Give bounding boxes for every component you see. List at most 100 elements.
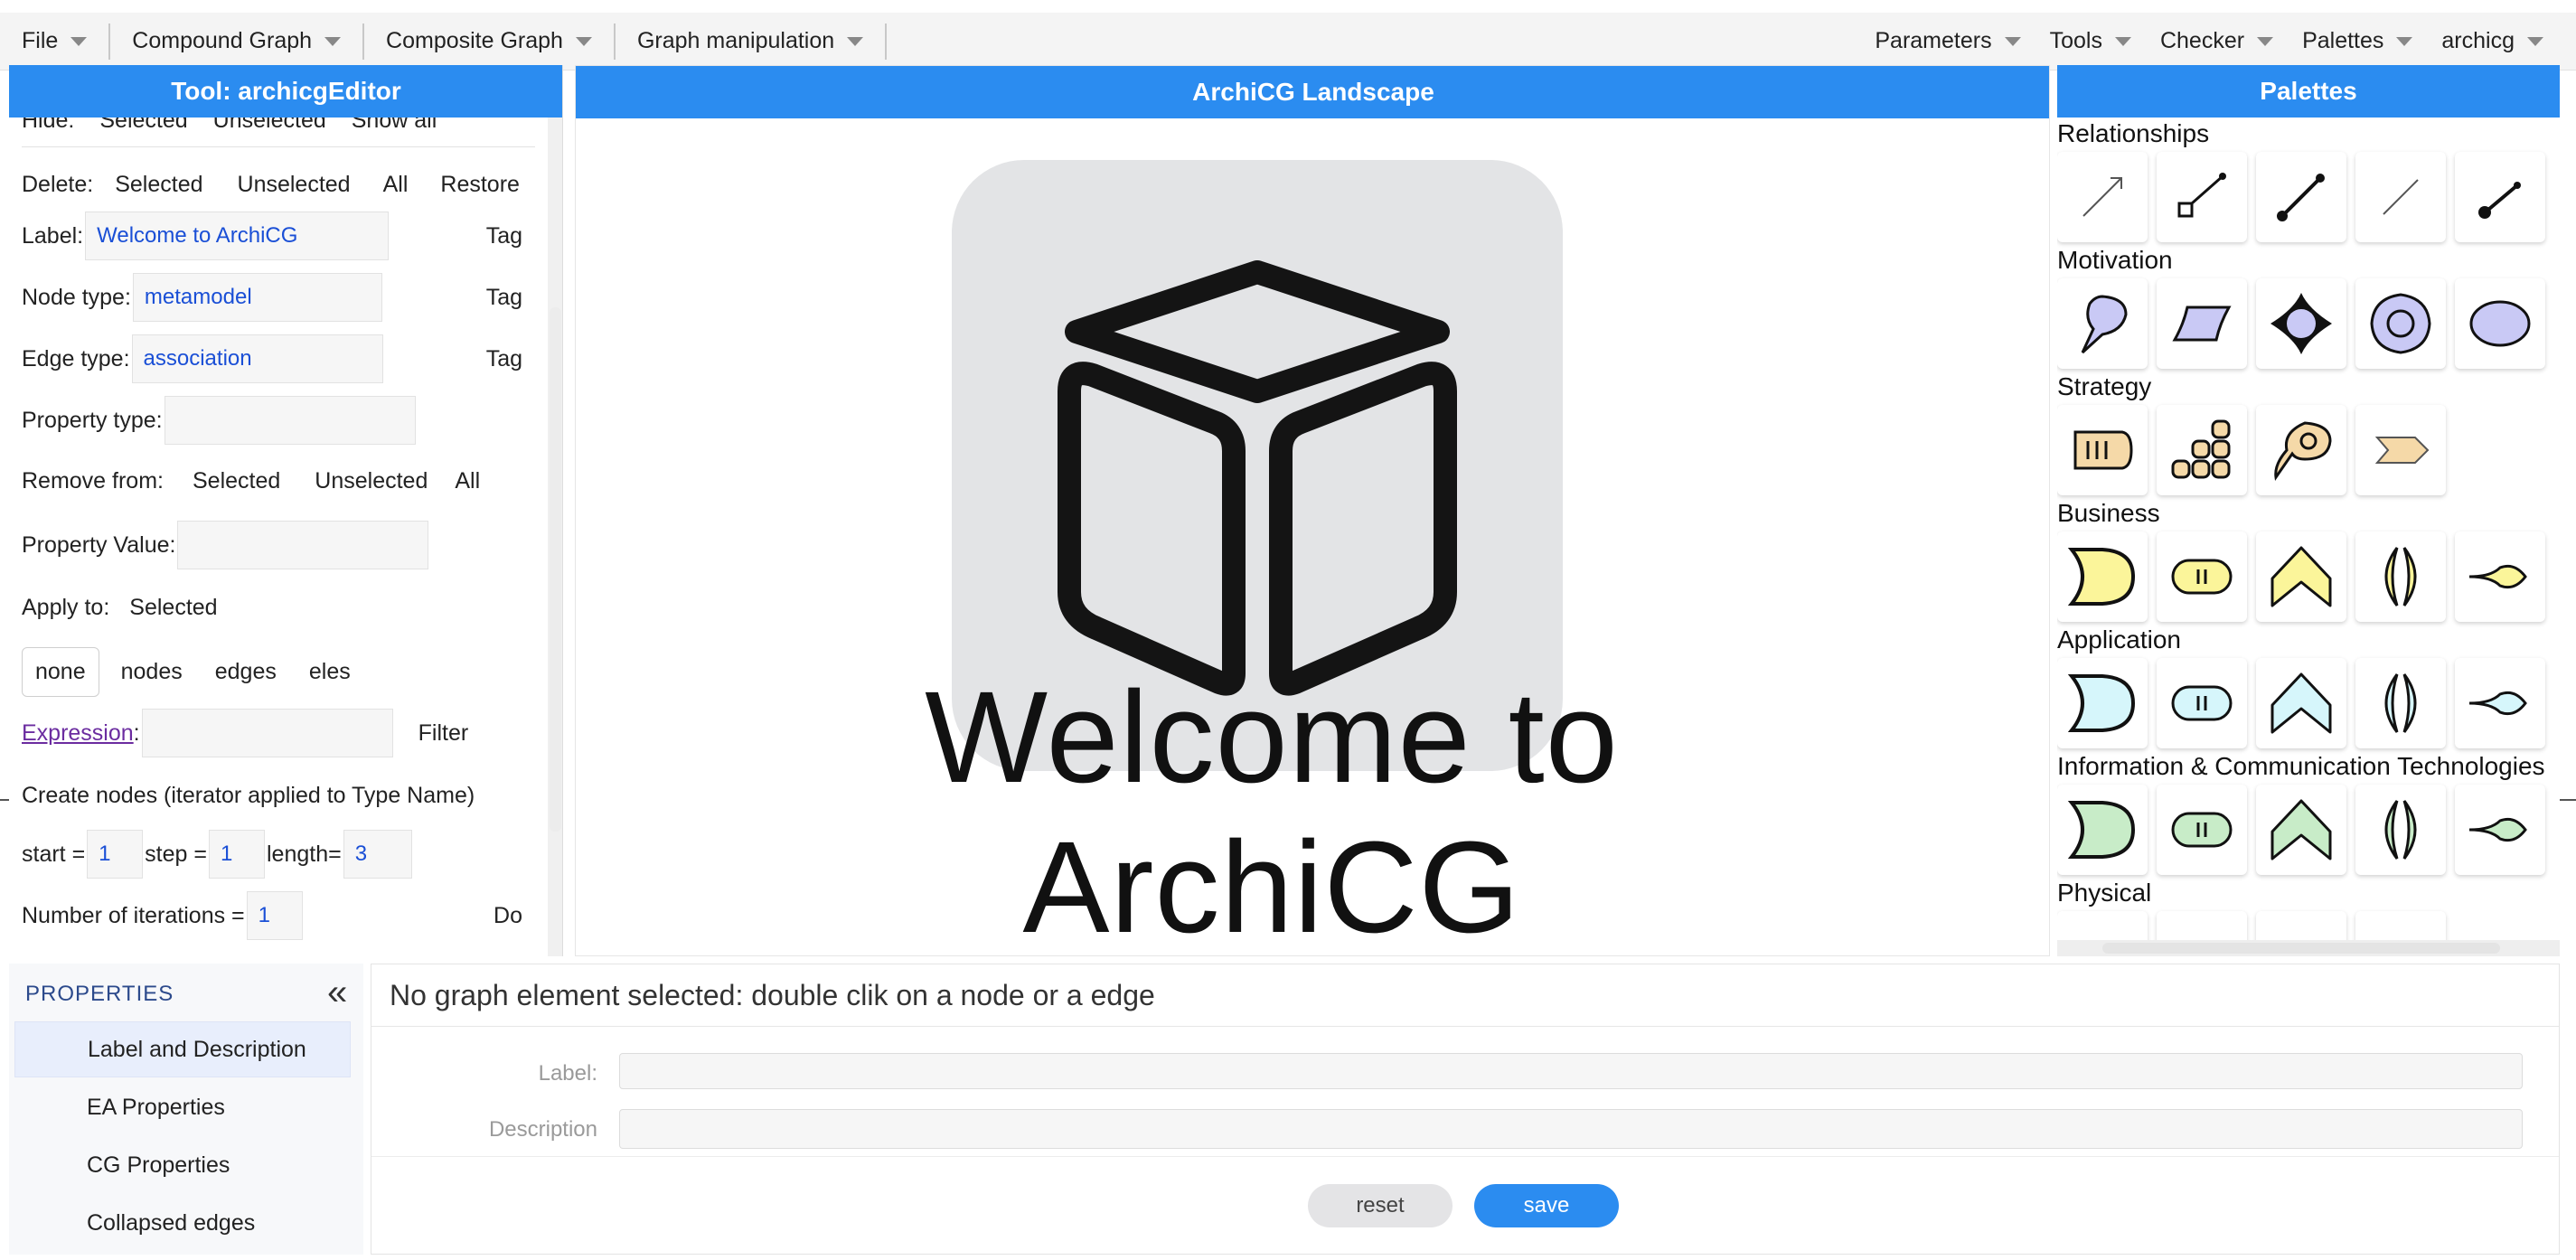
show-all-option[interactable]: Show all bbox=[352, 118, 437, 134]
palettes-scrollbar[interactable] bbox=[2057, 940, 2560, 956]
palette-tile[interactable] bbox=[2157, 658, 2247, 748]
remove-all-option[interactable]: All bbox=[455, 468, 480, 494]
palette-tile[interactable] bbox=[2355, 531, 2446, 622]
palette-tile[interactable] bbox=[2455, 785, 2545, 875]
edge-type-tag-button[interactable]: Tag bbox=[486, 346, 522, 372]
palette-tile[interactable] bbox=[2256, 531, 2346, 622]
step-input[interactable]: 1 bbox=[208, 830, 265, 879]
expression-row: Expression: Filter bbox=[22, 707, 535, 759]
aggregation-relation-icon bbox=[2277, 174, 2325, 221]
palette-tile[interactable] bbox=[2355, 152, 2446, 242]
palette-tile[interactable] bbox=[2157, 405, 2247, 495]
palette-tile[interactable] bbox=[2455, 278, 2545, 369]
stakeholder-icon bbox=[2081, 295, 2128, 354]
scope-eles-button[interactable]: eles bbox=[293, 648, 367, 696]
chevron-down-icon bbox=[2396, 36, 2413, 46]
label-tag-button[interactable]: Tag bbox=[486, 223, 522, 249]
palette-tile[interactable] bbox=[2057, 152, 2148, 242]
palette-tile[interactable] bbox=[2157, 531, 2247, 622]
menu-palettes[interactable]: Palettes bbox=[2288, 13, 2427, 70]
edge-type-input[interactable]: association bbox=[131, 334, 383, 383]
filter-button[interactable]: Filter bbox=[418, 720, 469, 747]
iterations-input[interactable]: 1 bbox=[246, 891, 303, 940]
label-field-input[interactable] bbox=[619, 1053, 2523, 1089]
palette-tile[interactable] bbox=[2057, 405, 2148, 495]
chevron-down-icon bbox=[2004, 36, 2021, 46]
menu-parameters[interactable]: Parameters bbox=[1860, 13, 2035, 70]
hide-unselected-option[interactable]: Unselected bbox=[213, 118, 326, 134]
palette-tile[interactable] bbox=[2455, 658, 2545, 748]
palette-tile[interactable] bbox=[2157, 152, 2247, 242]
tool-panel-scrollbar[interactable] bbox=[548, 118, 562, 956]
length-input[interactable]: 3 bbox=[343, 830, 412, 879]
palette-tile[interactable] bbox=[2455, 531, 2545, 622]
expression-input[interactable] bbox=[141, 709, 393, 757]
palette-tile[interactable] bbox=[2157, 785, 2247, 875]
palette-tile[interactable] bbox=[2057, 278, 2148, 369]
property-type-row: Property type: bbox=[22, 394, 416, 447]
palette-tile[interactable] bbox=[2355, 785, 2446, 875]
chevron-down-icon bbox=[2527, 36, 2543, 46]
ict-function-icon bbox=[2270, 799, 2332, 860]
palette-tile[interactable] bbox=[2256, 785, 2346, 875]
scope-edges-button[interactable]: edges bbox=[199, 648, 293, 696]
menu-graph-manipulation[interactable]: Graph manipulation bbox=[616, 13, 885, 70]
palette-tile[interactable] bbox=[2355, 278, 2446, 369]
scrollbar-thumb[interactable] bbox=[550, 307, 561, 832]
property-value-input[interactable] bbox=[177, 521, 429, 569]
properties-item-cg-properties[interactable]: CG Properties bbox=[14, 1137, 351, 1193]
canvas-panel[interactable]: ArchiCG Landscape Welcome to ArchiCG bbox=[575, 65, 2050, 956]
value-stream-icon bbox=[2274, 421, 2332, 482]
label-input[interactable]: Welcome to ArchiCG bbox=[85, 212, 390, 260]
iterator-row: start = 1 step = 1 length= 3 bbox=[22, 828, 412, 880]
remove-selected-option[interactable]: Selected bbox=[193, 468, 280, 494]
start-input[interactable]: 1 bbox=[87, 830, 144, 879]
palettes-body: Relationships Motivation Strategy Busine… bbox=[2057, 118, 2560, 956]
delete-selected-option[interactable]: Selected bbox=[115, 172, 202, 198]
scope-none-button[interactable]: none bbox=[22, 646, 99, 697]
collapse-icon[interactable]: « bbox=[327, 974, 347, 1011]
triggering-relation-icon bbox=[2082, 177, 2122, 217]
remove-unselected-option[interactable]: Unselected bbox=[315, 468, 428, 494]
palettes-title: Palettes bbox=[2057, 65, 2560, 118]
menu-file[interactable]: File bbox=[0, 13, 108, 70]
assessment-icon bbox=[2270, 293, 2332, 354]
apply-to-selected-option[interactable]: Selected bbox=[129, 595, 217, 621]
menu-tools[interactable]: Tools bbox=[2035, 13, 2146, 70]
palette-tile[interactable] bbox=[2455, 152, 2545, 242]
palette-tile[interactable] bbox=[2355, 405, 2446, 495]
palette-tile[interactable] bbox=[2256, 658, 2346, 748]
node-type-input[interactable]: metamodel bbox=[132, 273, 382, 322]
palette-tile[interactable] bbox=[2057, 658, 2148, 748]
menu-archicg[interactable]: archicg bbox=[2427, 13, 2558, 70]
properties-item-ea-properties[interactable]: EA Properties bbox=[14, 1079, 351, 1135]
node-type-tag-button[interactable]: Tag bbox=[486, 285, 522, 311]
do-button[interactable]: Do bbox=[494, 903, 522, 929]
properties-item-collapsed-edges[interactable]: Collapsed edges bbox=[14, 1195, 351, 1251]
palette-tile[interactable] bbox=[2057, 785, 2148, 875]
save-button[interactable]: save bbox=[1474, 1184, 1619, 1227]
scrollbar-thumb[interactable] bbox=[2102, 943, 2500, 954]
menu-composite-graph[interactable]: Composite Graph bbox=[364, 13, 614, 70]
palette-row-business bbox=[2057, 531, 2545, 622]
palette-tile[interactable] bbox=[2256, 152, 2346, 242]
delete-all-option[interactable]: All bbox=[383, 172, 409, 198]
palette-tile[interactable] bbox=[2057, 531, 2148, 622]
reset-button[interactable]: reset bbox=[1308, 1184, 1453, 1227]
property-type-input[interactable] bbox=[164, 396, 416, 445]
description-field-input[interactable] bbox=[619, 1109, 2523, 1149]
delete-unselected-option[interactable]: Unselected bbox=[238, 172, 351, 198]
label-row: Label: Welcome to ArchiCG Tag bbox=[22, 210, 535, 262]
palette-tile[interactable] bbox=[2157, 278, 2247, 369]
restore-option[interactable]: Restore bbox=[440, 172, 520, 198]
palette-tile[interactable] bbox=[2256, 278, 2346, 369]
hide-selected-option[interactable]: Selected bbox=[99, 118, 187, 134]
expression-link[interactable]: Expression bbox=[22, 720, 134, 747]
ict-interaction-icon bbox=[2384, 800, 2417, 860]
menu-compound-graph[interactable]: Compound Graph bbox=[110, 13, 362, 70]
menu-checker[interactable]: Checker bbox=[2146, 13, 2288, 70]
palette-tile[interactable] bbox=[2355, 658, 2446, 748]
scope-nodes-button[interactable]: nodes bbox=[105, 648, 199, 696]
properties-item-label-description[interactable]: Label and Description bbox=[14, 1021, 351, 1077]
palette-tile[interactable] bbox=[2256, 405, 2346, 495]
